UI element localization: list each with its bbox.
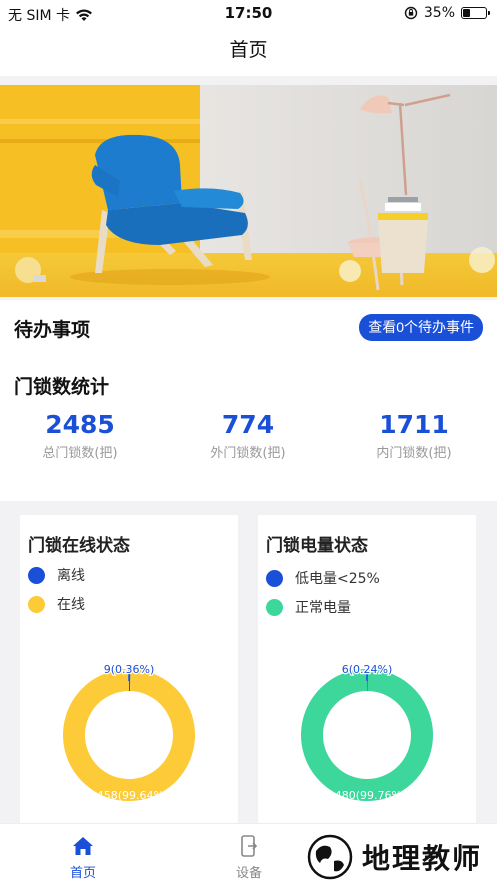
- donut-label-0: 6(0.24%): [342, 663, 393, 676]
- battery-status-card: 门锁电量状态 低电量<25% 正常电量 6(0.24%) 2480(99.76%): [258, 515, 476, 825]
- view-todo-button[interactable]: 查看0个待办事件: [359, 314, 483, 341]
- donut-label-1: 2458(99.64%): [90, 789, 169, 802]
- watermark-text: 地理教师: [362, 842, 483, 875]
- home-icon: [73, 837, 93, 855]
- battery-fill: [463, 9, 470, 17]
- legend-low-battery-dot: [266, 569, 283, 587]
- tab-home-label: 首页: [69, 866, 96, 881]
- lock-stats-card: 门锁数统计 2485 总门锁数(把) 774 外门锁数(把) 1711 内门锁数…: [0, 356, 497, 501]
- battery-chart-title: 门锁电量状态: [266, 536, 368, 556]
- page-title: 首页: [229, 39, 268, 61]
- watermark: 地理教师: [306, 832, 492, 882]
- orientation-lock-icon: [404, 6, 418, 20]
- todo-title: 待办事项: [14, 319, 91, 341]
- legend-normal-battery-label: 正常电量: [295, 600, 351, 616]
- stat-outer-value: 774: [221, 410, 275, 439]
- legend-online-dot: [28, 595, 45, 613]
- battery-percent: 35%: [423, 5, 455, 21]
- tab-device-label: 设备: [235, 866, 262, 881]
- stat-inner-label: 内门锁数(把): [376, 446, 452, 461]
- legend-low-battery[interactable]: 低电量<25%: [266, 568, 380, 588]
- stat-total-value: 2485: [45, 410, 115, 439]
- stat-outer-label: 外门锁数(把): [210, 446, 286, 461]
- legend-offline[interactable]: 离线: [28, 565, 85, 585]
- stat-inner-value: 1711: [379, 410, 449, 439]
- stat-outer[interactable]: 774 外门锁数(把): [168, 410, 328, 461]
- nav-bar: 首页: [0, 28, 497, 76]
- tab-home[interactable]: 首页: [33, 824, 133, 883]
- status-right: 35%: [404, 5, 490, 21]
- stats-title: 门锁数统计: [14, 376, 110, 398]
- globe-logo-icon: [307, 834, 353, 880]
- legend-online[interactable]: 在线: [28, 594, 85, 614]
- stat-total-label: 总门锁数(把): [42, 446, 118, 461]
- legend-normal-battery-dot: [266, 598, 283, 616]
- legend-normal-battery[interactable]: 正常电量: [266, 597, 351, 617]
- online-status-card: 门锁在线状态 离线 在线 9(0.36%) 2458(99.64%): [20, 515, 238, 825]
- battery-donut-chart[interactable]: 6(0.24%) 2480(99.76%): [258, 635, 476, 825]
- tab-device[interactable]: 设备: [199, 824, 299, 883]
- device-icon: [241, 835, 258, 857]
- battery-icon: [461, 7, 490, 19]
- online-chart-title: 门锁在线状态: [28, 536, 130, 556]
- banner-image[interactable]: [0, 85, 497, 297]
- donut-label-1: 2480(99.76%): [328, 789, 407, 802]
- legend-online-label: 在线: [57, 597, 85, 613]
- status-bar: 无 SIM 卡 17:50 35%: [0, 0, 497, 28]
- banner-illustration: [0, 85, 497, 297]
- legend-low-battery-label: 低电量<25%: [295, 571, 380, 587]
- legend-offline-dot: [28, 566, 45, 584]
- donut-label-0: 9(0.36%): [104, 663, 155, 676]
- todo-card: 待办事项 查看0个待办事件: [0, 300, 497, 356]
- online-donut-chart[interactable]: 9(0.36%) 2458(99.64%): [20, 635, 238, 825]
- legend-offline-label: 离线: [57, 568, 85, 584]
- stat-total[interactable]: 2485 总门锁数(把): [0, 410, 160, 461]
- donut-slice-1[interactable]: [62, 669, 195, 801]
- stat-inner[interactable]: 1711 内门锁数(把): [334, 410, 494, 461]
- donut-slice-1[interactable]: [301, 669, 434, 801]
